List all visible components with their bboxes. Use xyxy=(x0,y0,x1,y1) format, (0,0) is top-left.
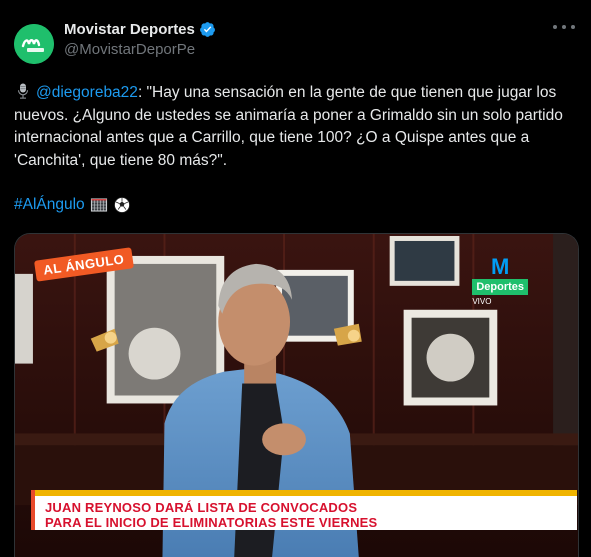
banner-accent xyxy=(35,490,577,496)
headline-line-2: PARA EL INICIO DE ELIMINATORIAS ESTE VIE… xyxy=(45,515,378,530)
headline-line-1: JUAN REYNOSO DARÁ LISTA DE CONVOCADOS xyxy=(45,500,358,515)
soccer-ball-icon xyxy=(113,197,130,213)
headline-banner: JUAN REYNOSO DARÁ LISTA DE CONVOCADOS PA… xyxy=(31,490,577,530)
mention-link[interactable]: @diegoreba22 xyxy=(36,84,138,101)
more-options-button[interactable] xyxy=(553,18,575,36)
tweet-text: @diegoreba22: "Hay una sensación en la g… xyxy=(14,82,577,172)
more-dot-icon xyxy=(571,25,575,29)
movistar-logo-icon xyxy=(14,24,54,64)
avatar[interactable] xyxy=(14,24,54,64)
network-logo: M Deportes VIVO xyxy=(472,256,528,306)
display-name[interactable]: Movistar Deportes xyxy=(64,21,195,38)
hashtag-link[interactable]: #AlÁngulo xyxy=(14,194,85,216)
hashtag-row: #AlÁngulo xyxy=(14,194,577,216)
tweet-card[interactable]: Movistar Deportes @MovistarDeporPe @dieg… xyxy=(0,0,591,557)
more-dot-icon xyxy=(562,25,566,29)
goal-net-icon xyxy=(90,198,107,212)
network-name: Deportes xyxy=(472,279,528,295)
studio-microphone-icon xyxy=(17,83,29,99)
verified-badge-icon xyxy=(199,22,215,37)
live-indicator: VIVO xyxy=(472,297,492,306)
more-dot-icon xyxy=(553,25,557,29)
tweet-header: Movistar Deportes @MovistarDeporPe xyxy=(14,12,577,68)
handle[interactable]: @MovistarDeporPe xyxy=(64,41,216,58)
tweet-media[interactable]: AL ÁNGULO M Deportes VIVO JUAN REYNOSO D… xyxy=(14,233,579,557)
network-logo-mark: M xyxy=(490,254,510,279)
